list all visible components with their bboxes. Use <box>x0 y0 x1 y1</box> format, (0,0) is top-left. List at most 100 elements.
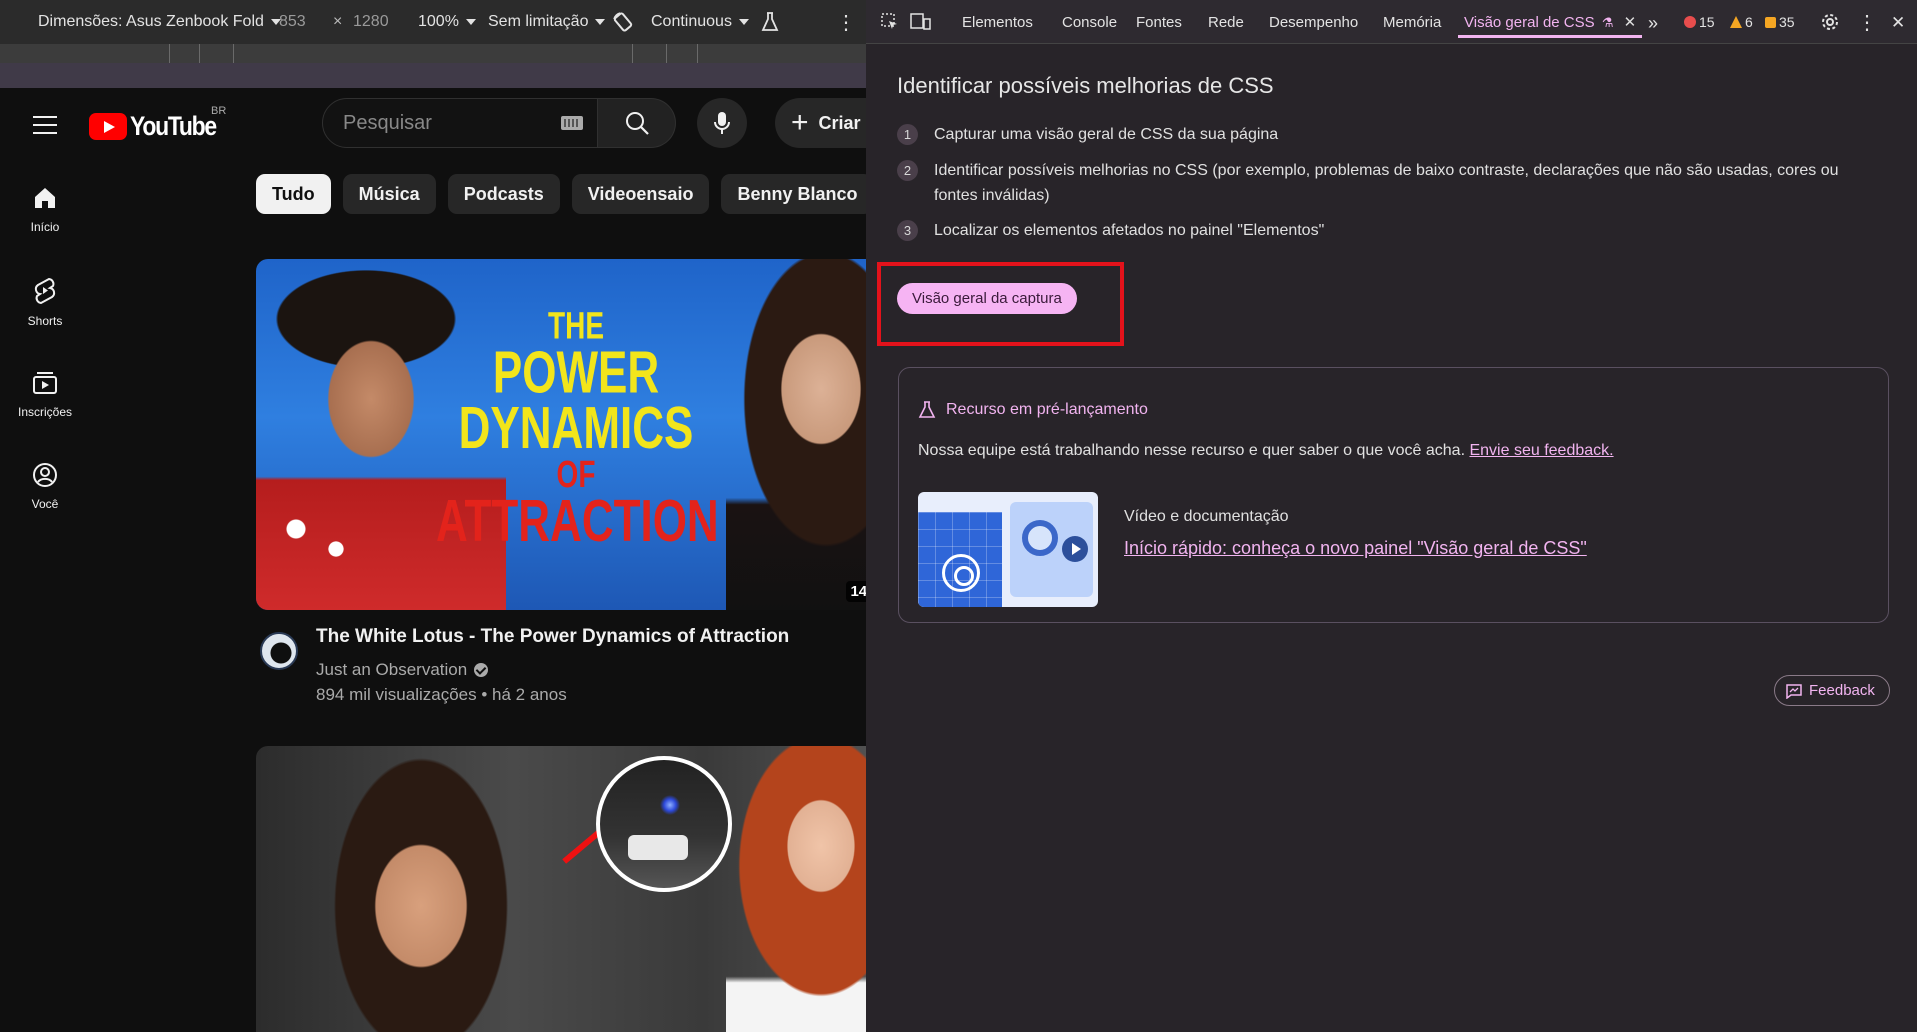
settings-gear-icon[interactable] <box>1820 0 1840 44</box>
error-icon <box>1684 16 1696 28</box>
nav-item-you[interactable]: Você <box>0 455 90 529</box>
car-image <box>628 835 688 860</box>
send-feedback-link[interactable]: Envie seu feedback. <box>1469 442 1613 459</box>
search-icon <box>625 112 649 135</box>
quick-start-link[interactable]: Início rápido: conheça o novo painel "Vi… <box>1124 538 1587 559</box>
channel-name[interactable]: Just an Observation <box>316 660 467 680</box>
step-text: Identificar possíveis melhorias no CSS (… <box>934 162 1839 204</box>
device-ruler <box>0 63 866 88</box>
tab-css-overview-label: Visão geral de CSS <box>1464 14 1595 31</box>
search-input[interactable] <box>343 111 543 135</box>
warning-count[interactable]: 6 <box>1730 14 1753 30</box>
shorts-icon <box>34 277 56 305</box>
video-thumbnail[interactable]: THE POWER DYNAMICS OF ATTRACTION 14:11 <box>256 259 866 610</box>
feedback-button[interactable]: Feedback <box>1774 675 1890 706</box>
more-tabs-icon[interactable]: » <box>1648 0 1658 44</box>
close-devtools-icon[interactable]: ✕ <box>1891 0 1905 44</box>
step-text: Capturar uma visão geral de CSS da sua p… <box>934 126 1279 143</box>
issue-count[interactable]: 35 <box>1765 14 1795 30</box>
chip-benny-blanco[interactable]: Benny Blanco <box>721 174 866 214</box>
nav-label-home: Início <box>30 220 60 234</box>
youtube-logo-text: YouTube <box>130 111 217 141</box>
tab-performance[interactable]: Desempenho <box>1269 0 1358 44</box>
home-icon <box>35 188 55 208</box>
device-toggle-icon[interactable] <box>910 0 932 44</box>
video-documentation-label: Vídeo e documentação <box>1124 508 1289 525</box>
devtools-panel: Elementos Console Fontes Rede Desempenho… <box>866 0 1917 1032</box>
plus-icon: + <box>791 106 809 139</box>
search-box <box>322 98 598 148</box>
dimension-separator: × <box>333 13 343 30</box>
feedback-label: Feedback <box>1809 682 1875 699</box>
subscriptions-icon <box>33 372 57 394</box>
chip-podcasts[interactable]: Podcasts <box>447 174 560 214</box>
chip-all[interactable]: Tudo <box>256 174 331 214</box>
more-options-icon[interactable]: ⋮ <box>836 0 856 44</box>
zoom-value: 100% <box>418 13 459 30</box>
error-count[interactable]: 15 <box>1684 14 1715 30</box>
tab-memory[interactable]: Memória <box>1383 0 1441 44</box>
nav-item-home[interactable]: Início <box>0 178 90 252</box>
thumbnail-person-left <box>316 756 526 1032</box>
voice-search-button[interactable] <box>697 98 747 148</box>
thumbnail-person-right <box>726 259 866 610</box>
nav-label-subscriptions: Inscrições <box>17 405 73 419</box>
tab-css-overview[interactable]: Visão geral de CSS ⚗ ✕ <box>1458 0 1643 38</box>
chrome-icon <box>942 554 980 592</box>
nav-label-you: Você <box>31 497 59 511</box>
video-thumbnail-2[interactable] <box>256 746 866 1032</box>
close-tab-icon[interactable]: ✕ <box>1624 14 1637 31</box>
device-select[interactable]: Dimensões: Asus Zenbook Fold <box>38 0 281 44</box>
step-item: 3 Localizar os elementos afetados no pai… <box>897 218 1874 243</box>
step-item: 2 Identificar possíveis melhorias no CSS… <box>897 158 1874 208</box>
create-label: Criar <box>818 112 861 133</box>
video-documentation-thumbnail[interactable] <box>918 492 1098 607</box>
region-code: BR <box>211 105 227 117</box>
preview-feature-title: Recurso em pré-lançamento <box>946 401 1148 418</box>
tab-sources[interactable]: Fontes <box>1136 0 1182 44</box>
width-input[interactable]: 853 <box>279 0 306 44</box>
person-icon <box>1022 520 1058 556</box>
play-icon <box>1062 536 1088 562</box>
throttle-select[interactable]: Sem limitação <box>488 0 606 44</box>
nav-item-subscriptions[interactable]: Inscrições <box>0 363 90 437</box>
step-number: 3 <box>897 220 918 241</box>
search-button[interactable] <box>598 98 676 148</box>
preview-feature-card: Recurso em pré-lançamento Nossa equipe e… <box>898 367 1889 623</box>
panel-heading: Identificar possíveis melhorias de CSS <box>897 73 1274 98</box>
preview-feature-heading: Recurso em pré-lançamento <box>918 400 1148 420</box>
flask-icon: ⚗ <box>1601 15 1614 30</box>
channel-avatar[interactable] <box>260 632 298 670</box>
rotate-icon[interactable] <box>612 0 634 44</box>
video-metadata: 894 mil visualizações • há 2 anos <box>316 685 567 704</box>
hamburger-menu-icon[interactable] <box>33 116 57 134</box>
tab-network[interactable]: Rede <box>1208 0 1244 44</box>
preview-feature-text: Nossa equipe está trabalhando nesse recu… <box>918 442 1614 460</box>
zoom-select[interactable]: 100% <box>418 0 476 44</box>
youtube-logo[interactable]: YouTube <box>89 111 231 142</box>
capture-overview-button[interactable]: Visão geral da captura <box>897 283 1077 314</box>
step-item: 1 Capturar uma visão geral de CSS da sua… <box>897 122 1874 147</box>
chevron-down-icon <box>738 19 749 25</box>
device-dimensions-label: Dimensões: Asus Zenbook Fold <box>38 13 264 30</box>
nav-item-shorts[interactable]: Shorts <box>0 270 90 344</box>
youtube-play-icon <box>89 113 127 140</box>
keyboard-icon[interactable] <box>561 116 583 130</box>
more-options-icon[interactable]: ⋮ <box>1857 0 1877 44</box>
chip-music[interactable]: Música <box>342 174 436 214</box>
step-text: Localizar os elementos afetados no paine… <box>934 222 1325 239</box>
chevron-down-icon <box>595 19 606 25</box>
flask-icon[interactable] <box>760 0 780 44</box>
video-duration: 14:11 <box>846 581 866 602</box>
step-number: 1 <box>897 124 918 145</box>
mode-select[interactable]: Continuous <box>651 0 749 44</box>
chip-video-essay[interactable]: Videoensaio <box>571 174 710 214</box>
tab-console[interactable]: Console <box>1062 0 1117 44</box>
issue-icon <box>1765 16 1776 28</box>
mode-value: Continuous <box>651 13 732 30</box>
height-input[interactable]: 1280 <box>353 0 389 44</box>
create-button[interactable]: + Criar <box>775 98 866 148</box>
tab-elements[interactable]: Elementos <box>962 0 1033 44</box>
inspect-element-icon[interactable] <box>880 0 900 44</box>
video-title[interactable]: The White Lotus - The Power Dynamics of … <box>316 626 789 648</box>
